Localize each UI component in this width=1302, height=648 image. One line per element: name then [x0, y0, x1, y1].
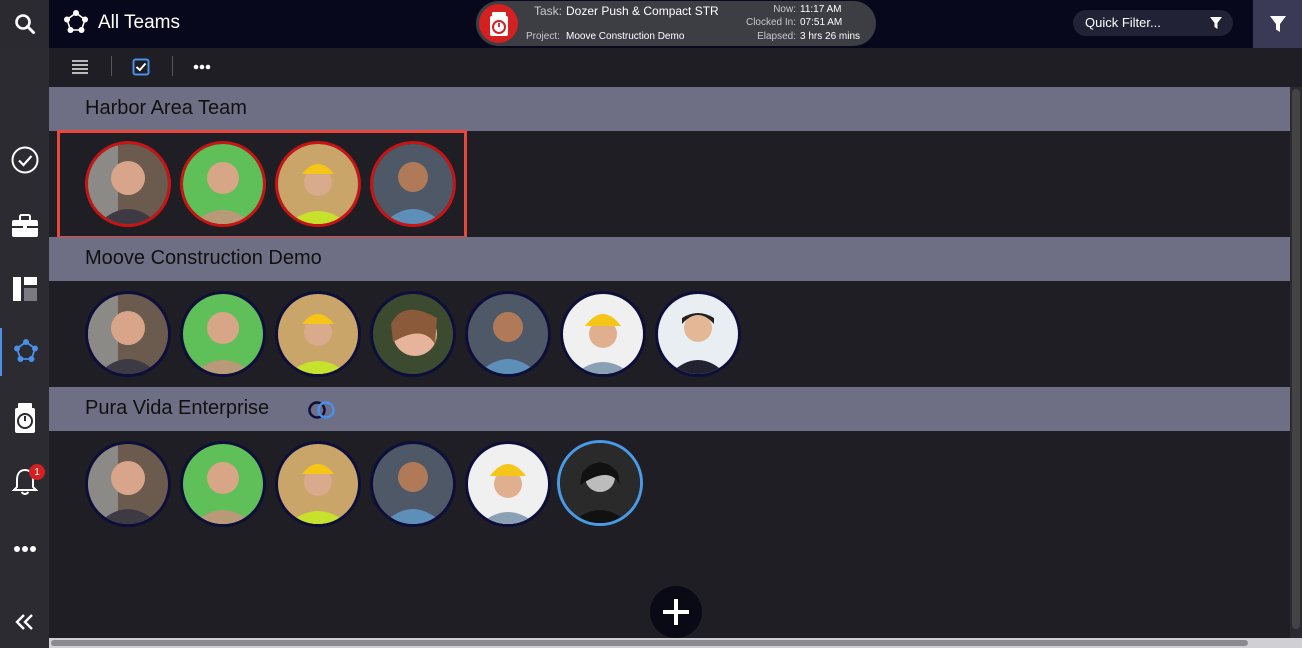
top-bar: All Teams Task: Dozer Push & Compact STR… [0, 0, 1302, 48]
now-value: 11:17 AM [800, 4, 842, 15]
filter-icon [1269, 16, 1286, 32]
elapsed-value: 3 hrs 26 mins [800, 31, 861, 42]
member-avatar[interactable] [370, 441, 456, 527]
vertical-scrollbar[interactable] [1290, 87, 1302, 638]
layout-icon [12, 277, 37, 301]
more-icon [193, 64, 211, 70]
member-avatar[interactable] [465, 441, 551, 527]
scrollbar-thumb[interactable] [1292, 89, 1300, 629]
team-name: Pura Vida Enterprise [85, 397, 270, 419]
team-name: Moove Construction Demo [85, 247, 322, 269]
now-label: Now: [773, 4, 796, 15]
task-value: Dozer Push & Compact STR [566, 4, 719, 18]
search-button[interactable] [0, 0, 49, 48]
page-title-group: All Teams [62, 8, 180, 38]
project-label: Project: [526, 31, 560, 42]
search-icon [14, 14, 35, 34]
sidebar: 1 [0, 48, 49, 648]
clocked-in-value: 07:51 AM [800, 17, 843, 28]
filter-button[interactable] [1253, 0, 1302, 48]
sidebar-item-more[interactable] [0, 525, 49, 573]
sidebar-item-jobs[interactable] [0, 202, 49, 250]
team-header-harbor-area-team[interactable]: Harbor Area Team [49, 87, 1290, 131]
notification-badge: 1 [29, 464, 45, 480]
member-avatar[interactable] [465, 291, 551, 377]
list-view-icon [72, 60, 88, 74]
member-avatar[interactable] [85, 291, 171, 377]
check-circle-icon [11, 146, 38, 174]
toolbar-divider [172, 56, 173, 76]
toolbar [49, 48, 1302, 87]
timer-icon [479, 4, 518, 43]
linked-team-icon [308, 401, 335, 419]
selection-highlight [57, 130, 467, 239]
member-avatar[interactable] [85, 441, 171, 527]
team-members-moove-construction-demo [49, 281, 1290, 387]
clocked-in-label: Clocked In: [745, 17, 796, 28]
member-avatar[interactable] [180, 291, 266, 377]
team-header-moove-construction-demo[interactable]: Moove Construction Demo [49, 237, 1290, 281]
more-icon [13, 546, 36, 552]
sidebar-item-board[interactable] [0, 265, 49, 313]
select-button[interactable] [130, 56, 152, 78]
project-value: Moove Construction Demo [566, 31, 685, 42]
horizontal-scrollbar[interactable] [49, 638, 1302, 648]
filter-icon [1210, 17, 1222, 29]
sidebar-item-tasks[interactable] [0, 136, 49, 184]
teams-icon [64, 10, 88, 33]
sidebar-item-timecard[interactable] [0, 394, 49, 442]
page-title: All Teams [98, 12, 181, 33]
member-avatar[interactable] [275, 291, 361, 377]
active-task-timer[interactable]: Task: Dozer Push & Compact STR Project: … [476, 1, 876, 46]
member-avatar[interactable] [275, 441, 361, 527]
add-team-button[interactable] [650, 586, 702, 638]
quick-filter-input[interactable]: Quick Filter... [1073, 10, 1233, 36]
teams-list: Harbor Area Team Moove Construction Demo [49, 87, 1290, 638]
team-name: Harbor Area Team [85, 97, 247, 119]
scrollbar-thumb[interactable] [51, 640, 1248, 646]
list-view-button[interactable] [69, 56, 91, 78]
team-header-pura-vida-enterprise[interactable]: Pura Vida Enterprise [49, 387, 1290, 431]
quick-filter-placeholder: Quick Filter... [1085, 15, 1161, 30]
plus-icon [663, 599, 689, 625]
team-members-pura-vida-enterprise [49, 431, 1290, 537]
member-avatar[interactable] [557, 440, 643, 526]
member-avatar[interactable] [655, 291, 741, 377]
sidebar-collapse-button[interactable] [0, 598, 49, 646]
member-avatar[interactable] [180, 441, 266, 527]
sidebar-item-teams[interactable] [0, 328, 49, 376]
timer-icon [14, 403, 35, 433]
member-avatar[interactable] [560, 291, 646, 377]
elapsed-label: Elapsed: [757, 31, 796, 42]
select-icon [132, 58, 150, 76]
briefcase-icon [11, 214, 38, 237]
collapse-icon [14, 614, 33, 630]
toolbar-more-button[interactable] [191, 56, 213, 78]
task-label: Task: [534, 4, 563, 18]
teams-icon [13, 339, 38, 362]
sidebar-item-notifications[interactable]: 1 [0, 458, 49, 506]
member-avatar[interactable] [370, 291, 456, 377]
toolbar-divider [111, 56, 112, 76]
